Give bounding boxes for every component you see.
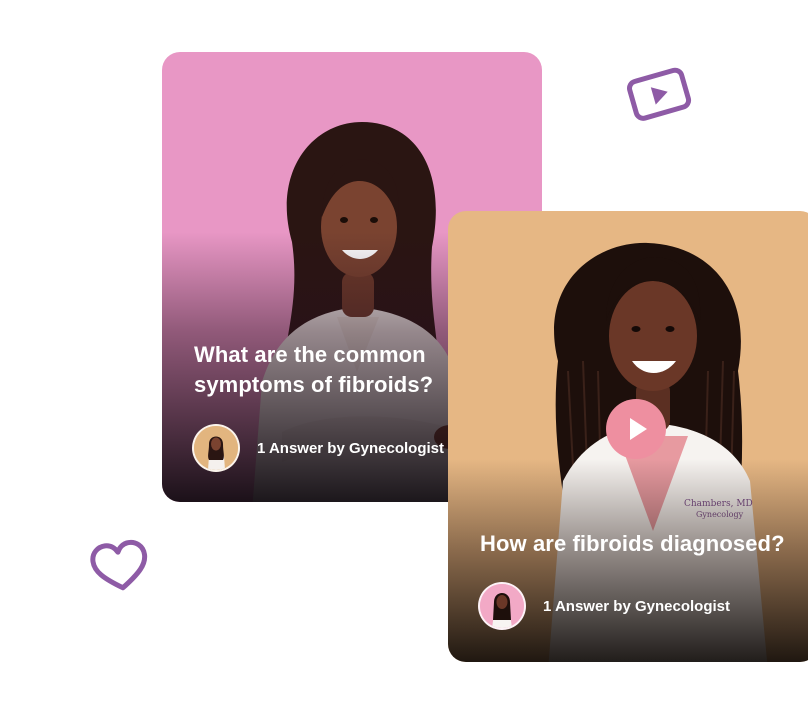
play-icon (630, 418, 647, 440)
answer-meta[interactable]: 1 Answer by Gynecologist (478, 582, 730, 630)
question-title: How are fibroids diagnosed? (480, 531, 785, 556)
answer-meta[interactable]: 1 Answer by Gynecologist (192, 424, 444, 472)
play-button[interactable] (606, 399, 666, 459)
video-play-icon (624, 63, 696, 130)
avatar (478, 582, 526, 630)
answer-count-label: 1 Answer by Gynecologist (257, 439, 444, 457)
coat-embroidery-dept: Gynecology (696, 510, 744, 519)
heart-icon (88, 538, 152, 601)
question-card-diagnosis[interactable]: Chambers, MD Gynecology How are fibroids… (448, 211, 808, 662)
coat-embroidery-name: Chambers, MD (684, 499, 753, 509)
promo-stage: What are the common symptoms of fibroids… (0, 0, 808, 713)
answer-count-label: 1 Answer by Gynecologist (543, 597, 730, 615)
avatar (192, 424, 240, 472)
